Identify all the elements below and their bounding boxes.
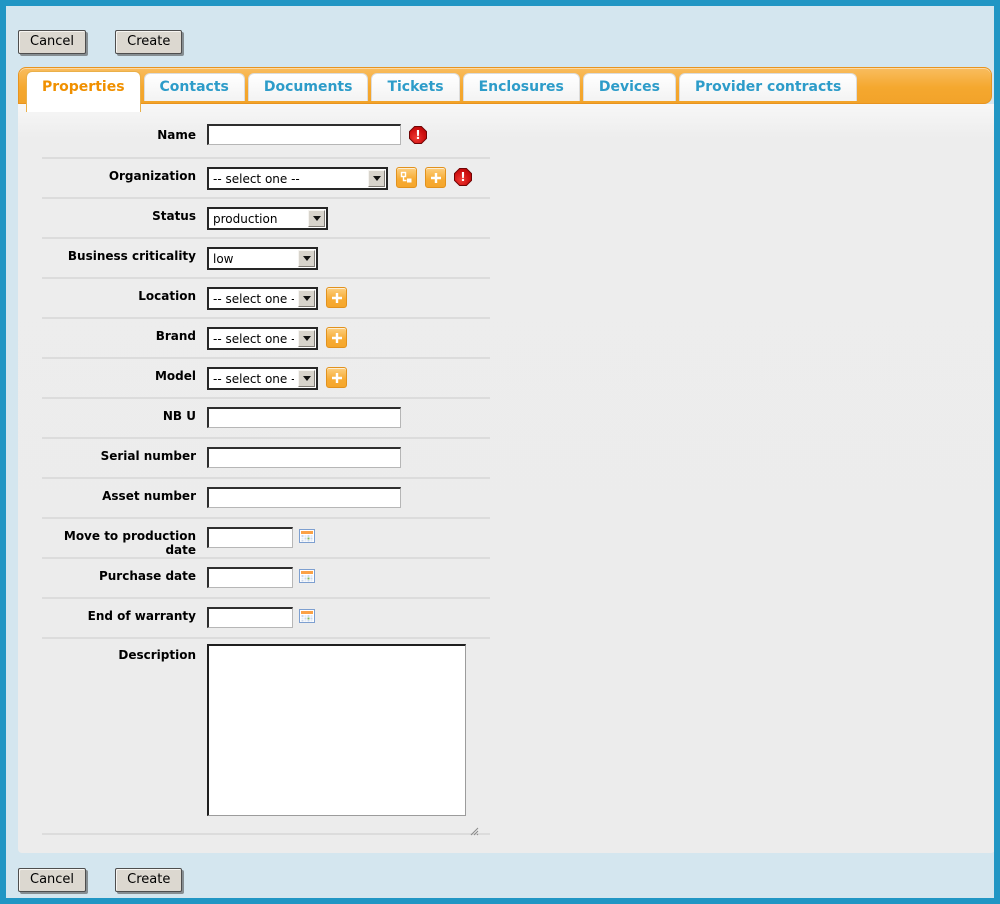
tab-devices[interactable]: Devices bbox=[583, 73, 676, 101]
plus-icon bbox=[331, 332, 343, 344]
chevron-down-icon bbox=[298, 250, 315, 267]
top-toolbar: Cancel Create bbox=[18, 30, 182, 54]
move-to-production-date-label: Move to production date bbox=[42, 519, 196, 557]
cancel-button[interactable]: Cancel bbox=[18, 30, 86, 54]
mandatory-icon: ! bbox=[409, 126, 427, 144]
chevron-down-icon bbox=[298, 330, 315, 347]
organization-select[interactable]: -- select one -- bbox=[207, 167, 388, 190]
form-row-asset-number: Asset number bbox=[42, 477, 490, 517]
form-row-end-of-warranty: End of warranty bbox=[42, 597, 490, 637]
tab-provider-contracts[interactable]: Provider contracts bbox=[679, 73, 857, 101]
end-of-warranty-picker-button[interactable] bbox=[299, 608, 315, 627]
chevron-down-icon bbox=[298, 370, 315, 387]
nb-u-input[interactable] bbox=[207, 407, 401, 428]
organization-label: Organization bbox=[42, 159, 196, 183]
form-row-serial-number: Serial number bbox=[42, 437, 490, 477]
form-row-purchase-date: Purchase date bbox=[42, 557, 490, 597]
form-end-divider bbox=[42, 833, 490, 851]
model-label: Model bbox=[42, 359, 196, 383]
plus-icon bbox=[331, 292, 343, 304]
nb-u-label: NB U bbox=[42, 399, 196, 423]
model-select[interactable]: -- select one -- bbox=[207, 367, 318, 390]
calendar-icon bbox=[299, 528, 315, 544]
name-input[interactable] bbox=[207, 124, 401, 145]
purchase-date-input[interactable] bbox=[207, 567, 293, 588]
calendar-icon bbox=[299, 608, 315, 624]
description-textarea[interactable] bbox=[207, 644, 466, 816]
hierarchy-browse-button[interactable] bbox=[396, 167, 417, 188]
form-row-location: Location -- select one -- bbox=[42, 277, 490, 317]
cancel-button[interactable]: Cancel bbox=[18, 868, 86, 892]
brand-select[interactable]: -- select one -- bbox=[207, 327, 318, 350]
move-to-production-date-picker-button[interactable] bbox=[299, 528, 315, 547]
status-select[interactable]: production bbox=[207, 207, 328, 230]
serial-number-label: Serial number bbox=[42, 439, 196, 463]
form-row-nb-u: NB U bbox=[42, 397, 490, 437]
calendar-icon bbox=[299, 568, 315, 584]
location-select[interactable]: -- select one -- bbox=[207, 287, 318, 310]
serial-number-input[interactable] bbox=[207, 447, 401, 468]
name-label: Name bbox=[42, 118, 196, 142]
add-location-button[interactable] bbox=[326, 287, 347, 308]
plus-icon bbox=[331, 372, 343, 384]
add-brand-button[interactable] bbox=[326, 327, 347, 348]
tab-tickets[interactable]: Tickets bbox=[371, 73, 459, 101]
business-criticality-select[interactable]: low bbox=[207, 247, 318, 270]
create-object-window: Cancel Create Properties Contacts Docume… bbox=[0, 0, 1000, 904]
add-model-button[interactable] bbox=[326, 367, 347, 388]
description-label: Description bbox=[42, 639, 196, 662]
mandatory-icon: ! bbox=[454, 168, 472, 186]
end-of-warranty-label: End of warranty bbox=[42, 599, 196, 623]
resize-grip-icon[interactable] bbox=[470, 821, 479, 840]
chevron-down-icon bbox=[368, 170, 385, 187]
create-button[interactable]: Create bbox=[115, 30, 182, 54]
status-label: Status bbox=[42, 199, 196, 223]
form-row-status: Status production bbox=[42, 197, 490, 237]
form-row-model: Model -- select one -- bbox=[42, 357, 490, 397]
chevron-down-icon bbox=[298, 290, 315, 307]
plus-icon bbox=[430, 172, 442, 184]
create-button[interactable]: Create bbox=[115, 868, 182, 892]
properties-form: Name ! Organization -- select one -- bbox=[42, 104, 490, 851]
location-label: Location bbox=[42, 279, 196, 303]
form-row-move-to-production-date: Move to production date bbox=[42, 517, 490, 557]
brand-label: Brand bbox=[42, 319, 196, 343]
org-chart-icon bbox=[400, 171, 413, 184]
add-organization-button[interactable] bbox=[425, 167, 446, 188]
chevron-down-icon bbox=[308, 210, 325, 227]
purchase-date-picker-button[interactable] bbox=[299, 568, 315, 587]
tab-documents[interactable]: Documents bbox=[248, 73, 369, 101]
form-row-business-criticality: Business criticality low bbox=[42, 237, 490, 277]
tab-bar: Properties Contacts Documents Tickets En… bbox=[18, 67, 992, 104]
tab-enclosures[interactable]: Enclosures bbox=[463, 73, 580, 101]
move-to-production-date-input[interactable] bbox=[207, 527, 293, 548]
bottom-toolbar: Cancel Create bbox=[18, 868, 182, 892]
form-row-brand: Brand -- select one -- bbox=[42, 317, 490, 357]
business-criticality-label: Business criticality bbox=[42, 239, 196, 263]
tab-contacts[interactable]: Contacts bbox=[144, 73, 245, 101]
asset-number-input[interactable] bbox=[207, 487, 401, 508]
purchase-date-label: Purchase date bbox=[42, 559, 196, 583]
asset-number-label: Asset number bbox=[42, 479, 196, 503]
form-row-organization: Organization -- select one -- bbox=[42, 157, 490, 197]
tab-properties[interactable]: Properties bbox=[26, 71, 141, 112]
form-row-description: Description bbox=[42, 637, 490, 833]
end-of-warranty-input[interactable] bbox=[207, 607, 293, 628]
properties-panel: Name ! Organization -- select one -- bbox=[18, 104, 995, 853]
